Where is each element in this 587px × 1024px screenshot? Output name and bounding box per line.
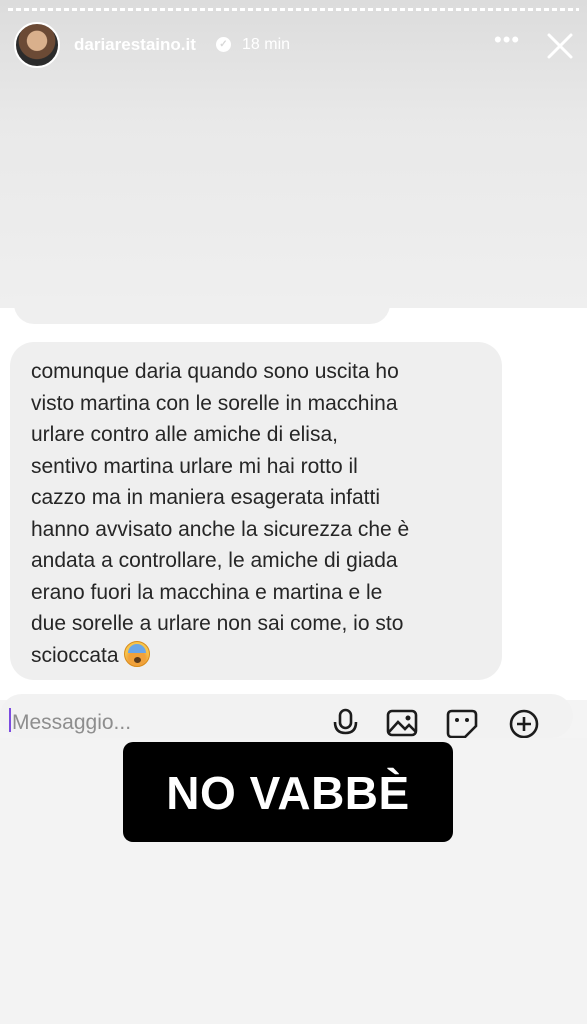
story-progress-bar — [8, 8, 579, 11]
more-options-icon[interactable]: ••• — [494, 29, 520, 54]
avatar[interactable] — [14, 22, 60, 68]
plus-icon[interactable] — [508, 708, 540, 738]
close-icon[interactable] — [544, 30, 576, 62]
story-header: dariarestaino.it ✓ 18 min ••• — [0, 20, 587, 72]
text-caret — [9, 708, 11, 732]
fearful-face-emoji — [124, 640, 151, 667]
message-input[interactable]: Messaggio... — [12, 711, 131, 735]
message-composer[interactable]: Messaggio... — [0, 694, 573, 738]
username[interactable]: dariarestaino.it — [74, 35, 196, 55]
previous-message-bubble — [14, 296, 390, 324]
verified-badge-icon: ✓ — [216, 37, 231, 52]
gallery-icon[interactable] — [386, 708, 418, 738]
message-bubble: comunque daria quando sono uscita ho vis… — [10, 342, 502, 680]
story-text-label: NO VABBÈ — [123, 742, 453, 842]
story-time: 18 min — [242, 36, 291, 53]
message-text: comunque daria quando sono uscita ho vis… — [31, 360, 410, 667]
sticker-icon[interactable] — [446, 708, 478, 738]
microphone-icon[interactable] — [330, 708, 362, 738]
